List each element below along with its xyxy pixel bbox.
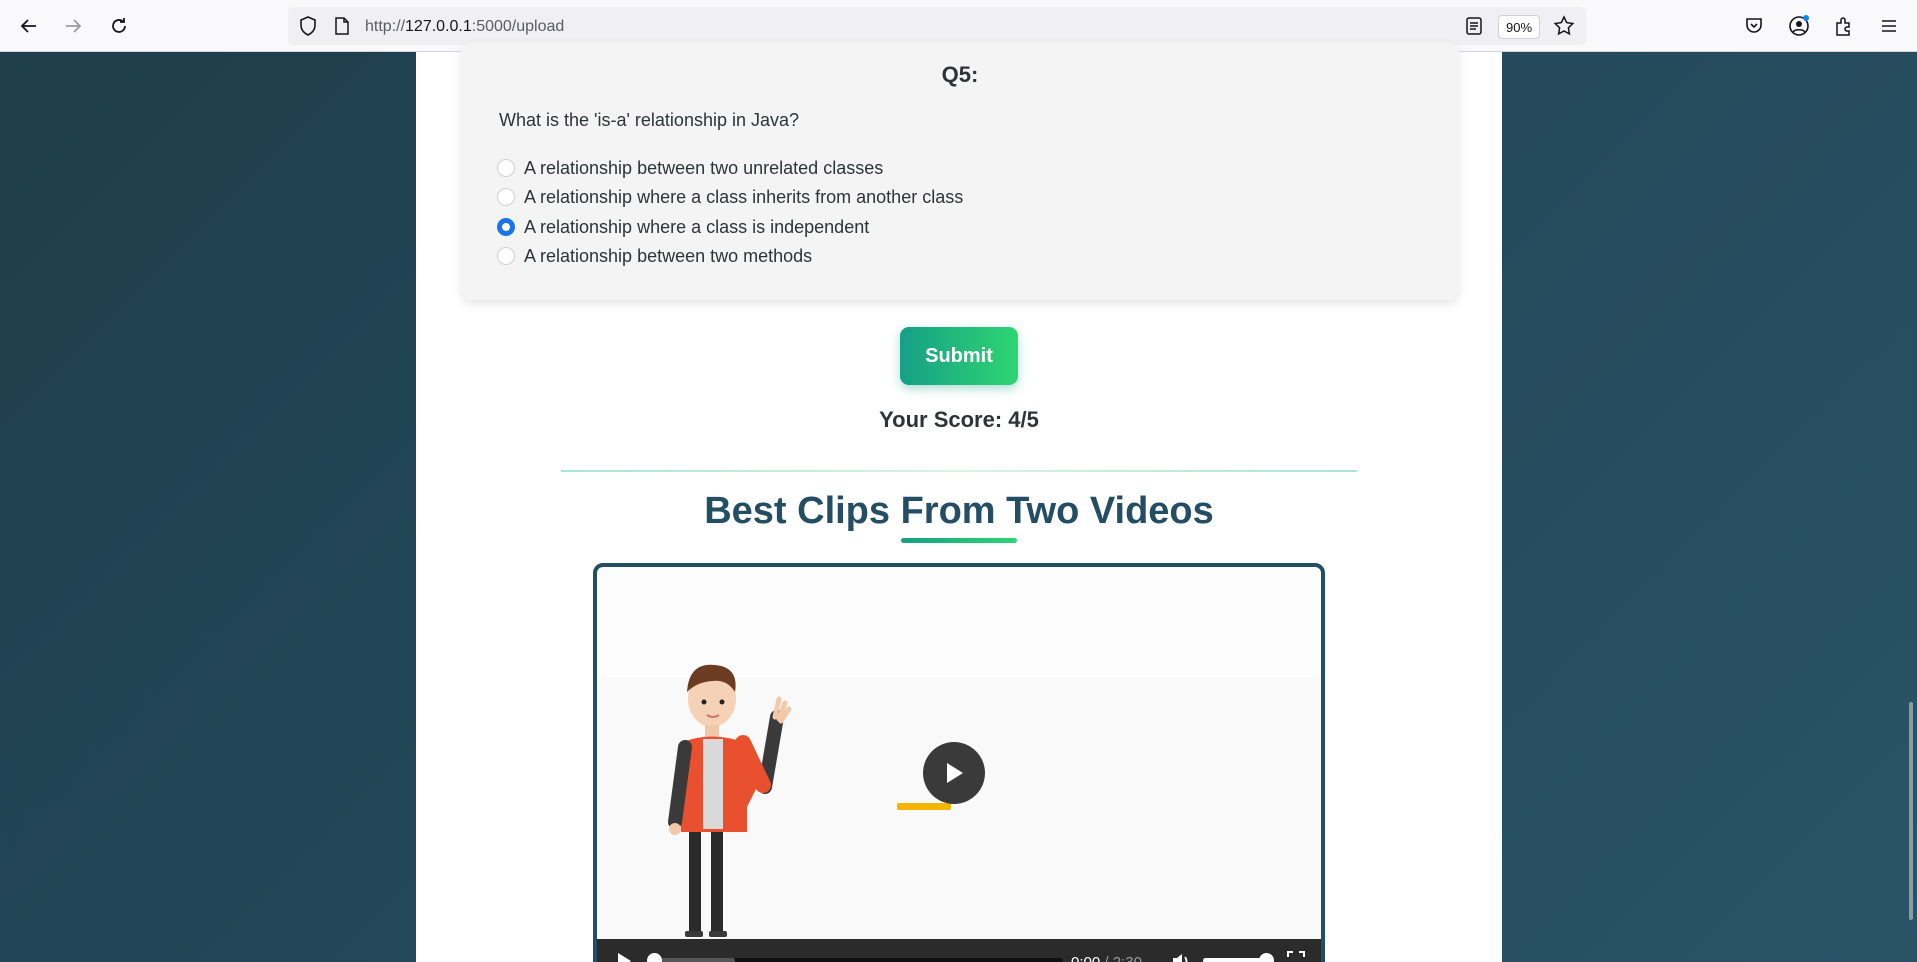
play-icon [618, 953, 631, 962]
reload-button[interactable] [103, 10, 135, 42]
submit-button[interactable]: Submit [900, 327, 1018, 385]
pocket-icon[interactable] [1742, 14, 1766, 38]
page-content: Q5: What is the 'is-a' relationship in J… [416, 42, 1502, 962]
video-controls: 0:00 / 2:30 [597, 939, 1321, 962]
url-host: 127.0.0.1 [405, 18, 472, 35]
mute-button[interactable] [1171, 951, 1191, 962]
play-icon [947, 763, 963, 783]
option-label: A relationship where a class inherits fr… [524, 186, 964, 207]
current-time: 0:00 [1071, 954, 1100, 962]
fullscreen-button[interactable] [1287, 951, 1305, 962]
radio-option-4[interactable] [497, 247, 515, 265]
question-card: Q5: What is the 'is-a' relationship in J… [461, 42, 1459, 300]
option-4[interactable]: A relationship between two methods [497, 244, 812, 268]
progress-buffered [653, 958, 735, 962]
clips-section-title: Best Clips From Two Videos [704, 490, 1214, 532]
volume-slider[interactable] [1203, 953, 1274, 962]
play-button[interactable] [615, 951, 633, 962]
radio-option-1[interactable] [497, 159, 515, 177]
radio-option-3[interactable] [497, 218, 515, 236]
title-underline [901, 538, 1017, 543]
progress-track[interactable] [647, 953, 1063, 962]
forward-arrow-icon [66, 19, 82, 33]
extensions-icon[interactable] [1832, 14, 1856, 38]
url-text[interactable]: http://127.0.0.1:5000/upload [365, 18, 564, 36]
option-3[interactable]: A relationship where a class is independ… [497, 215, 869, 239]
page-icon [330, 14, 354, 38]
fullscreen-icon [1287, 951, 1305, 957]
page-scrollbar[interactable] [1909, 702, 1913, 920]
menu-icon[interactable] [1877, 14, 1901, 38]
duration: 2:30 [1113, 954, 1142, 962]
url-prefix: http:// [365, 18, 406, 35]
time-display: 0:00 / 2:30 [1071, 954, 1142, 962]
zoom-level-badge[interactable]: 90% [1498, 15, 1540, 39]
account-icon[interactable] [1787, 14, 1811, 38]
forward-button[interactable] [57, 10, 89, 42]
radio-option-2[interactable] [497, 188, 515, 206]
play-overlay-button[interactable] [923, 742, 985, 804]
option-label: A relationship where a class is independ… [524, 216, 870, 237]
presenter-figure [668, 664, 792, 937]
volume-icon [1173, 954, 1188, 962]
progress-thumb[interactable] [647, 953, 662, 962]
option-label: A relationship between two unrelated cla… [524, 157, 884, 178]
volume-thumb[interactable] [1259, 953, 1274, 962]
option-1[interactable]: A relationship between two unrelated cla… [497, 156, 883, 180]
reload-icon [112, 18, 126, 33]
video-player[interactable]: 0:00 / 2:30 [593, 563, 1325, 962]
question-text: What is the 'is-a' relationship in Java? [499, 110, 800, 130]
option-2[interactable]: A relationship where a class inherits fr… [497, 185, 963, 209]
reader-view-icon[interactable] [1462, 14, 1486, 38]
back-button[interactable] [13, 10, 45, 42]
video-yellow-mark [897, 803, 951, 810]
score-text: Your Score: 4/5 [879, 407, 1039, 432]
shield-icon[interactable] [296, 14, 320, 38]
back-arrow-icon [20, 19, 36, 33]
url-bar[interactable]: http://127.0.0.1:5000/upload 90% [288, 7, 1586, 45]
section-divider [561, 470, 1357, 472]
url-path: :5000/upload [471, 18, 565, 35]
time-separator: / [1100, 954, 1113, 962]
question-number: Q5: [941, 62, 979, 87]
option-label: A relationship between two methods [524, 245, 813, 266]
bookmark-star-icon[interactable] [1552, 14, 1576, 38]
